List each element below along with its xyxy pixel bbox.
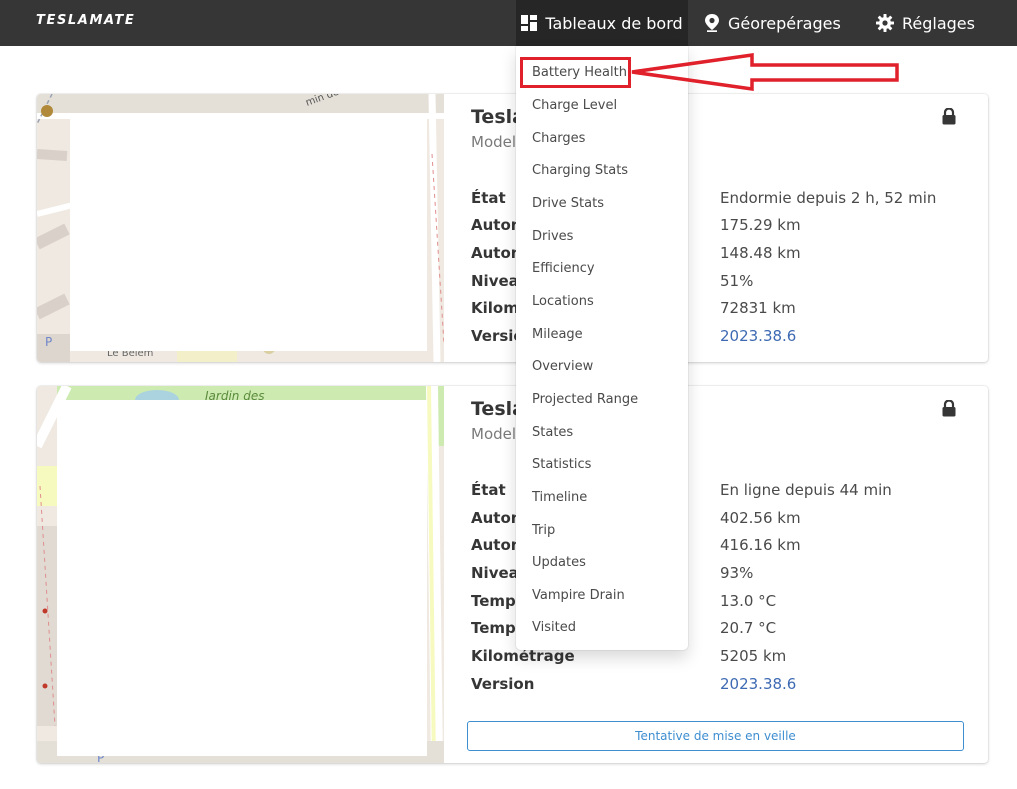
dashboard-icon xyxy=(521,15,538,31)
row-value: 148.48 km xyxy=(720,244,801,262)
row-value: 93% xyxy=(720,564,754,582)
svg-text:P: P xyxy=(45,335,52,349)
row-value: 20.7 °C xyxy=(720,619,777,637)
car-location-map[interactable]: Jardin des P xyxy=(37,386,444,763)
nav-dashboards[interactable]: Tableaux de bord xyxy=(516,0,688,46)
menu-item-trip[interactable]: Trip xyxy=(532,523,555,538)
row-value: 416.16 km xyxy=(720,536,801,554)
menu-item-efficiency[interactable]: Efficiency xyxy=(532,261,595,276)
row-value: 5205 km xyxy=(720,647,787,665)
nav-geofences-label: Géorepérages xyxy=(728,13,841,33)
car-model: Model xyxy=(471,133,517,151)
menu-item-charge-level[interactable]: Charge Level xyxy=(532,98,617,113)
car-card: min de le Le Belem P Tesla Model État End… xyxy=(37,94,988,362)
menu-item-timeline[interactable]: Timeline xyxy=(532,490,587,505)
row-label: Auton xyxy=(471,509,522,527)
row-value: Endormie depuis 2 h, 52 min xyxy=(720,189,937,207)
menu-item-charges[interactable]: Charges xyxy=(532,131,585,146)
annotation-arrow xyxy=(631,52,899,92)
menu-item-overview[interactable]: Overview xyxy=(532,359,593,374)
info-row-odometer: Kilométrage 5205 km xyxy=(471,647,971,671)
highlight-box xyxy=(520,57,631,88)
row-value: 175.29 km xyxy=(720,216,801,234)
menu-item-locations[interactable]: Locations xyxy=(532,294,594,309)
menu-item-updates[interactable]: Updates xyxy=(532,555,586,570)
menu-item-projected-range[interactable]: Projected Range xyxy=(532,392,638,407)
row-value: 72831 km xyxy=(720,299,796,317)
version-link[interactable]: 2023.38.6 xyxy=(720,675,796,693)
car-image xyxy=(70,116,427,351)
menu-item-visited[interactable]: Visited xyxy=(532,620,576,635)
nav-settings-label: Réglages xyxy=(902,13,975,33)
row-value: 13.0 °C xyxy=(720,592,777,610)
row-label: Version xyxy=(471,675,535,693)
menu-item-statistics[interactable]: Statistics xyxy=(532,457,591,472)
car-card: Jardin des P Tesla Model État En ligne de… xyxy=(37,386,988,763)
try-sleep-button[interactable]: Tentative de mise en veille xyxy=(467,721,964,751)
row-label: Auton xyxy=(471,536,522,554)
lock-icon xyxy=(942,399,956,422)
car-model: Model xyxy=(471,425,517,443)
car-image xyxy=(57,400,427,756)
row-label: État xyxy=(471,481,506,499)
row-value: 51% xyxy=(720,272,754,290)
menu-item-drives[interactable]: Drives xyxy=(532,229,573,244)
version-link[interactable]: 2023.38.6 xyxy=(720,327,796,345)
navbar: TESLAMATE Tableaux de bord Géorepérages … xyxy=(0,0,1017,46)
menu-item-mileage[interactable]: Mileage xyxy=(532,327,583,342)
info-row-version: Version 2023.38.6 xyxy=(471,675,971,699)
row-label: Auton xyxy=(471,216,522,234)
row-label: Auton xyxy=(471,244,522,262)
menu-item-charging-stats[interactable]: Charging Stats xyxy=(532,163,628,178)
row-value: 402.56 km xyxy=(720,509,801,527)
car-location-map[interactable]: min de le Le Belem P xyxy=(37,94,444,362)
map-marker-icon xyxy=(704,14,720,32)
row-label: État xyxy=(471,189,506,207)
dashboards-dropdown: Battery Health Charge Level Charges Char… xyxy=(516,46,688,650)
lock-icon xyxy=(942,107,956,130)
nav-settings[interactable]: Réglages xyxy=(876,0,975,46)
gear-icon xyxy=(876,14,894,32)
menu-item-states[interactable]: States xyxy=(532,425,573,440)
row-value: En ligne depuis 44 min xyxy=(720,481,892,499)
brand-logo[interactable]: TESLAMATE xyxy=(36,13,135,28)
menu-item-drive-stats[interactable]: Drive Stats xyxy=(532,196,604,211)
nav-geofences[interactable]: Géorepérages xyxy=(704,0,841,46)
menu-item-vampire-drain[interactable]: Vampire Drain xyxy=(532,588,625,603)
nav-dashboards-label: Tableaux de bord xyxy=(545,13,683,33)
